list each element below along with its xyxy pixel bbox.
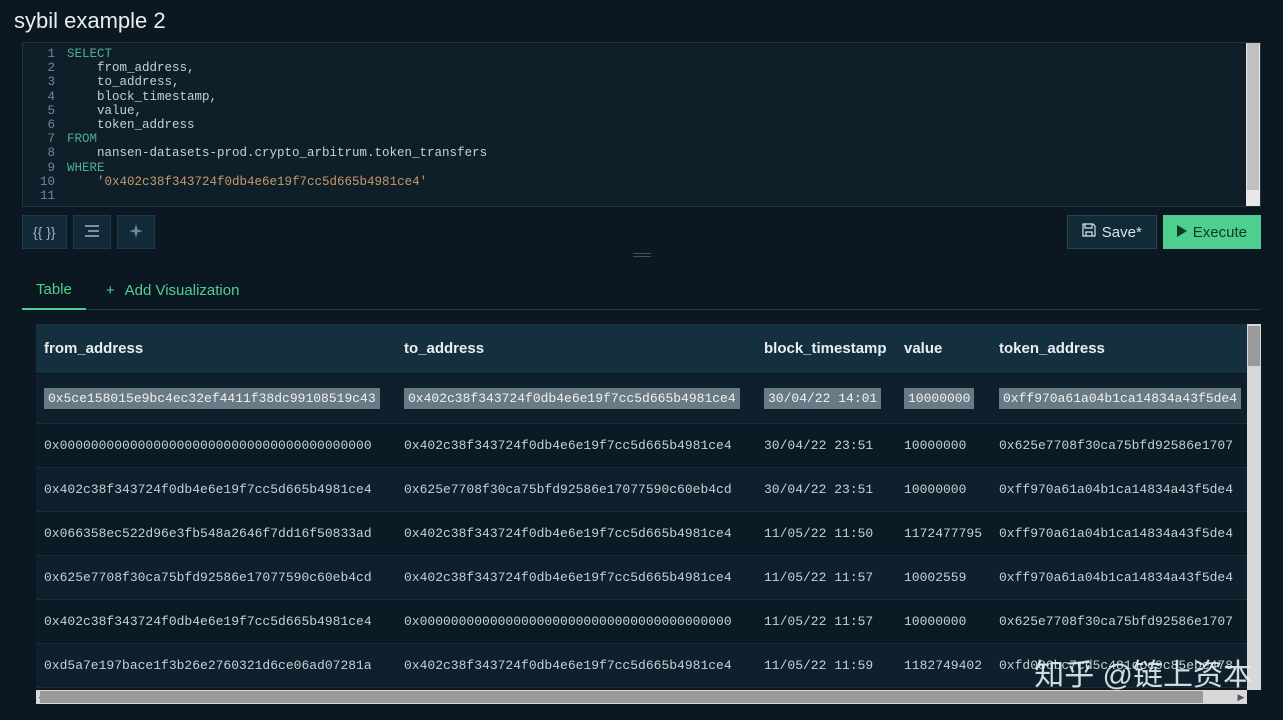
play-icon — [1177, 224, 1187, 241]
execute-label: Execute — [1193, 224, 1247, 241]
cell-block_timestamp[interactable]: 30/04/22 23:51 — [756, 424, 896, 468]
table-row[interactable]: 0x402c38f343724f0db4e6e19f7cc5d665b4981c… — [36, 468, 1247, 512]
cell-token_address[interactable]: 0x625e7708f30ca75bfd92586e1707 — [991, 600, 1247, 644]
table-row[interactable]: 0xd5a7e197bace1f3b26e2760321d6ce06ad0728… — [36, 644, 1247, 688]
results-scrollbar-vertical[interactable] — [1247, 324, 1261, 690]
table-row[interactable]: 0x402c38f343724f0db4e6e19f7cc5d665b4981c… — [36, 600, 1247, 644]
cell-block_timestamp[interactable]: 11/05/22 11:57 — [756, 556, 896, 600]
save-icon — [1082, 223, 1096, 241]
table-row[interactable]: 0x066358ec522d96e3fb548a2646f7dd16f50833… — [36, 512, 1247, 556]
cell-value[interactable]: 10000000 — [896, 424, 991, 468]
add-viz-label: Add Visualization — [125, 282, 240, 299]
cell-from_address[interactable]: 0x066358ec522d96e3fb548a2646f7dd16f50833… — [36, 512, 396, 556]
cell-from_address[interactable]: 0x625e7708f30ca75bfd92586e17077590c60eb4… — [36, 556, 396, 600]
table-row[interactable]: 0x00000000000000000000000000000000000000… — [36, 424, 1247, 468]
magic-button[interactable] — [117, 215, 155, 249]
execute-button[interactable]: Execute — [1163, 215, 1261, 249]
tab-table[interactable]: Table — [22, 271, 86, 310]
cell-token_address[interactable]: 0xff970a61a04b1ca14834a43f5de4 — [991, 468, 1247, 512]
editor-gutter: 1234567891011 — [23, 43, 61, 206]
cell-token_address[interactable]: 0x625e7708f30ca75bfd92586e1707 — [991, 424, 1247, 468]
cell-token_address[interactable]: 0xfd086bc7cd5c481dcc9c85ebe478 — [991, 644, 1247, 688]
sparkle-icon — [129, 224, 143, 241]
editor-toolbar: {{ }} Save* Execute — [22, 215, 1261, 249]
cell-value[interactable]: 10000000 — [896, 374, 991, 424]
cell-token_address[interactable]: 0xff970a61a04b1ca14834a43f5de4 — [991, 512, 1247, 556]
save-label: Save* — [1102, 224, 1142, 241]
column-header-value[interactable]: value — [896, 324, 991, 374]
params-button[interactable]: {{ }} — [22, 215, 67, 249]
cell-to_address[interactable]: 0x00000000000000000000000000000000000000… — [396, 600, 756, 644]
format-button[interactable] — [73, 215, 111, 249]
column-header-from_address[interactable]: from_address — [36, 324, 396, 374]
scroll-right-icon[interactable]: ▶ — [1235, 691, 1247, 703]
editor-code[interactable]: SELECT from_address, to_address, block_t… — [61, 43, 493, 206]
cell-token_address[interactable]: 0xff970a61a04b1ca14834a43f5de4 — [991, 374, 1247, 424]
results-scrollbar-horizontal[interactable]: ◀ ▶ — [36, 690, 1247, 704]
cell-block_timestamp[interactable]: 11/05/22 11:50 — [756, 512, 896, 556]
editor-scrollbar-vertical[interactable] — [1246, 43, 1260, 206]
cell-value[interactable]: 10000000 — [896, 600, 991, 644]
cell-value[interactable]: 1172477795 — [896, 512, 991, 556]
cell-from_address[interactable]: 0x00000000000000000000000000000000000000… — [36, 424, 396, 468]
results-panel: from_addressto_addressblock_timestampval… — [36, 324, 1261, 704]
column-header-block_timestamp[interactable]: block_timestamp — [756, 324, 896, 374]
cell-to_address[interactable]: 0x625e7708f30ca75bfd92586e17077590c60eb4… — [396, 468, 756, 512]
column-header-to_address[interactable]: to_address — [396, 324, 756, 374]
cell-to_address[interactable]: 0x402c38f343724f0db4e6e19f7cc5d665b4981c… — [396, 556, 756, 600]
cell-from_address[interactable]: 0x402c38f343724f0db4e6e19f7cc5d665b4981c… — [36, 468, 396, 512]
page-title: sybil example 2 — [0, 0, 1283, 42]
cell-to_address[interactable]: 0x402c38f343724f0db4e6e19f7cc5d665b4981c… — [396, 424, 756, 468]
table-header-row: from_addressto_addressblock_timestampval… — [36, 324, 1247, 374]
cell-value[interactable]: 10002559 — [896, 556, 991, 600]
cell-token_address[interactable]: 0xff970a61a04b1ca14834a43f5de4 — [991, 556, 1247, 600]
cell-to_address[interactable]: 0x402c38f343724f0db4e6e19f7cc5d665b4981c… — [396, 644, 756, 688]
cell-value[interactable]: 1182749402 — [896, 644, 991, 688]
cell-value[interactable]: 10000000 — [896, 468, 991, 512]
table-row[interactable]: 0x625e7708f30ca75bfd92586e17077590c60eb4… — [36, 556, 1247, 600]
cell-block_timestamp[interactable]: 30/04/22 14:01 — [756, 374, 896, 424]
table-body: 0x5ce158015e9bc4ec32ef4411f38dc99108519c… — [36, 374, 1247, 688]
format-icon — [85, 224, 99, 240]
cell-block_timestamp[interactable]: 30/04/22 23:51 — [756, 468, 896, 512]
result-tabs: Table + Add Visualization — [22, 271, 1261, 310]
column-header-token_address[interactable]: token_address — [991, 324, 1247, 374]
plus-icon: + — [106, 282, 115, 299]
save-button[interactable]: Save* — [1067, 215, 1157, 249]
sql-editor[interactable]: 1234567891011 SELECT from_address, to_ad… — [22, 42, 1261, 207]
cell-block_timestamp[interactable]: 11/05/22 11:59 — [756, 644, 896, 688]
cell-to_address[interactable]: 0x402c38f343724f0db4e6e19f7cc5d665b4981c… — [396, 512, 756, 556]
cell-from_address[interactable]: 0xd5a7e197bace1f3b26e2760321d6ce06ad0728… — [36, 644, 396, 688]
cell-from_address[interactable]: 0x402c38f343724f0db4e6e19f7cc5d665b4981c… — [36, 600, 396, 644]
table-row[interactable]: 0x5ce158015e9bc4ec32ef4411f38dc99108519c… — [36, 374, 1247, 424]
cell-block_timestamp[interactable]: 11/05/22 11:57 — [756, 600, 896, 644]
cell-from_address[interactable]: 0x5ce158015e9bc4ec32ef4411f38dc99108519c… — [36, 374, 396, 424]
add-visualization-button[interactable]: + Add Visualization — [100, 272, 246, 309]
cell-to_address[interactable]: 0x402c38f343724f0db4e6e19f7cc5d665b4981c… — [396, 374, 756, 424]
results-table[interactable]: from_addressto_addressblock_timestampval… — [36, 324, 1247, 688]
pane-resize-handle[interactable] — [631, 253, 653, 257]
